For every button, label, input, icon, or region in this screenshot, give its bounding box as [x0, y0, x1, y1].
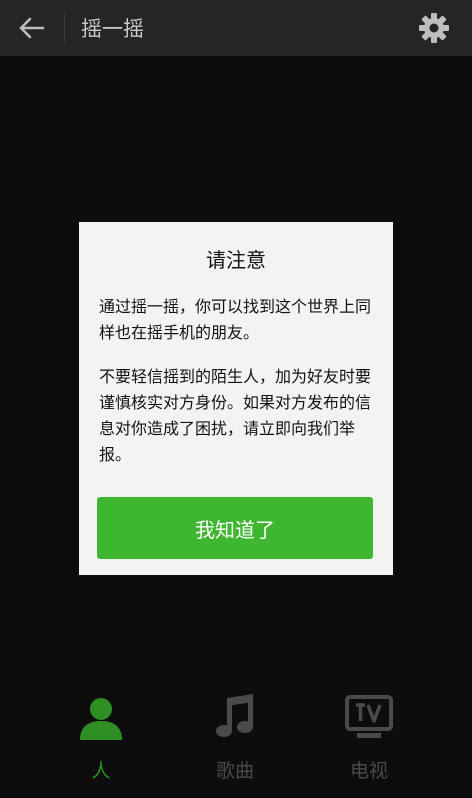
tab-label: 电视 [349, 760, 388, 782]
header-divider [64, 13, 65, 43]
page-title: 摇一摇 [81, 17, 144, 41]
gear-icon[interactable] [418, 12, 450, 44]
bottom-tabs: 人 歌曲 电视 [0, 682, 472, 798]
tab-songs[interactable]: 歌曲 [175, 682, 295, 798]
top-bar: 摇一摇 [0, 0, 472, 56]
dialog-paragraph-2: 不要轻信摇到的陌生人，加为好友时要谨慎核实对方身份。如果对方发布的信息对你造成了… [99, 367, 372, 464]
tab-label: 歌曲 [215, 760, 254, 782]
tab-people[interactable]: 人 [41, 682, 161, 798]
tab-tv[interactable]: 电视 [309, 682, 429, 798]
notice-dialog: 请注意 通过摇一摇，你可以找到这个世界上同样也在摇手机的朋友。 不要轻信摇到的陌… [79, 222, 393, 575]
dialog-title: 请注意 [206, 248, 266, 272]
confirm-button[interactable]: 我知道了 [97, 497, 373, 559]
tv-icon [345, 695, 393, 738]
music-note-icon [216, 694, 253, 737]
person-icon [80, 698, 122, 740]
dialog-body: 通过摇一摇，你可以找到这个世界上同样也在摇手机的朋友。 不要轻信摇到的陌生人，加… [99, 294, 375, 486]
dialog-paragraph-1: 通过摇一摇，你可以找到这个世界上同样也在摇手机的朋友。 [99, 297, 372, 342]
back-button[interactable] [0, 0, 64, 56]
tab-label: 人 [91, 760, 111, 782]
arrow-left-icon [19, 17, 45, 39]
